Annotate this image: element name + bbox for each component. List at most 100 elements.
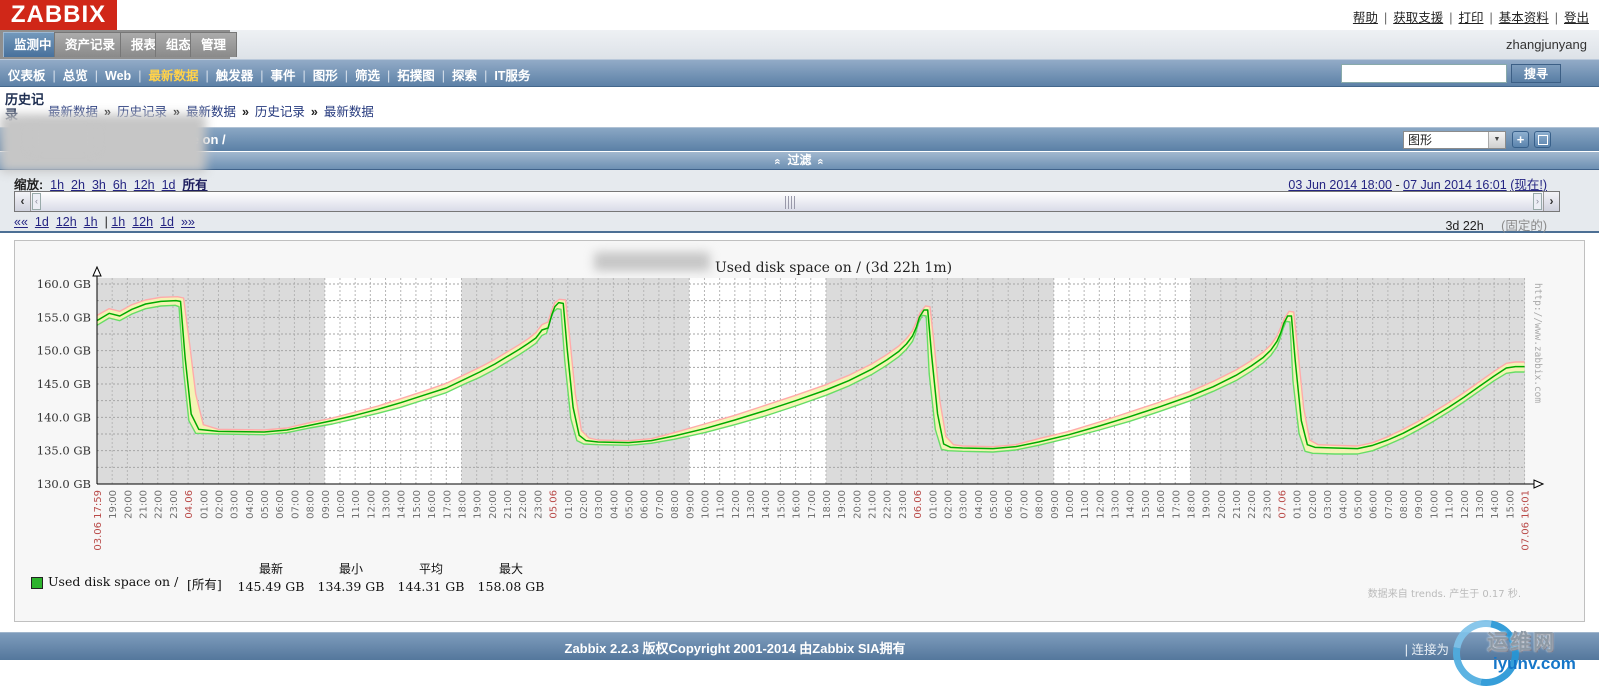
fullscreen-button[interactable]	[1534, 131, 1551, 148]
menu-web[interactable]: Web	[105, 69, 131, 83]
nav-back-fast[interactable]: ««	[14, 215, 28, 229]
svg-text:07:00: 07:00	[1384, 490, 1395, 519]
menu-overview[interactable]: 总览	[63, 69, 88, 83]
svg-text:08:00: 08:00	[306, 490, 317, 519]
separator: |	[1554, 11, 1558, 25]
profile-link[interactable]: 基本资料	[1499, 11, 1549, 25]
search-button[interactable]: 搜寻	[1511, 64, 1561, 83]
svg-text:10:00: 10:00	[1065, 490, 1076, 519]
svg-text:10:00: 10:00	[1429, 490, 1440, 519]
time-controls: 缩放: 1h 2h 3h 6h 12h 1d 所有 03 Jun 2014 18:00 - …	[0, 169, 1599, 233]
svg-text:19:00: 19:00	[837, 490, 848, 519]
filter-toggle[interactable]: » 过滤»	[0, 152, 1599, 169]
svg-text:13:00: 13:00	[746, 490, 757, 519]
menu-dashboard[interactable]: 仪表板	[8, 69, 46, 83]
svg-text:02:00: 02:00	[579, 490, 590, 519]
svg-text:08:00: 08:00	[670, 490, 681, 519]
separator: |	[205, 69, 209, 83]
zoom-6h[interactable]: 6h	[113, 178, 127, 192]
menu-triggers[interactable]: 触发器	[216, 69, 254, 83]
menu-discovery[interactable]: 探索	[452, 69, 477, 83]
svg-text:11:00: 11:00	[351, 490, 362, 519]
menu-maps[interactable]: 拓撲图	[397, 69, 435, 83]
svg-text:12:00: 12:00	[1095, 490, 1106, 519]
support-link[interactable]: 获取支援	[1393, 11, 1443, 25]
legend-swatch	[31, 577, 43, 589]
zoom-3h[interactable]: 3h	[92, 178, 106, 192]
menu-it-services[interactable]: IT服务	[494, 69, 530, 83]
nav-fwd-1d[interactable]: 1d	[160, 215, 174, 229]
svg-text:02:00: 02:00	[943, 490, 954, 519]
nav-back-12h[interactable]: 12h	[56, 215, 77, 229]
svg-text:16:00: 16:00	[427, 490, 438, 519]
scroll-resize-left-handle[interactable]: ‹	[32, 193, 41, 210]
svg-text:15:00: 15:00	[412, 490, 423, 519]
stat-value: 134.39 GB	[317, 579, 385, 594]
help-link[interactable]: 帮助	[1353, 11, 1378, 25]
nav-back-1d[interactable]: 1d	[35, 215, 49, 229]
svg-text:22:00: 22:00	[1247, 490, 1258, 519]
breadcrumb-link[interactable]: 最新数据	[324, 105, 374, 119]
zoom-all[interactable]: 所有	[183, 178, 208, 192]
menu-latest-data[interactable]: 最新数据	[148, 69, 198, 83]
svg-text:03.06 17:59: 03.06 17:59	[93, 490, 104, 551]
stat-label: 平均	[418, 562, 443, 576]
nav-fwd-1h[interactable]: 1h	[111, 215, 125, 229]
svg-text:20:00: 20:00	[488, 490, 499, 519]
svg-text:14:00: 14:00	[1490, 490, 1501, 519]
print-link[interactable]: 打印	[1458, 11, 1483, 25]
scroll-right-button[interactable]: ›	[1543, 192, 1559, 211]
graph-type-select[interactable]: 图形 ▼	[1403, 131, 1506, 149]
scroll-resize-right-handle[interactable]: ›	[1533, 193, 1542, 210]
range-start-link[interactable]: 03 Jun 2014 18:00	[1288, 178, 1392, 192]
search-input[interactable]	[1341, 64, 1507, 83]
breadcrumb-link[interactable]: 历史记录	[255, 105, 305, 119]
menu-graphs[interactable]: 图形	[313, 69, 338, 83]
svg-text:02:00: 02:00	[214, 490, 225, 519]
menu-screens[interactable]: 筛选	[355, 69, 380, 83]
svg-text:21:00: 21:00	[1232, 490, 1243, 519]
scroll-left-button[interactable]: ‹	[15, 192, 31, 211]
svg-text:08:00: 08:00	[1399, 490, 1410, 519]
range-now-link[interactable]: (现在!)	[1510, 178, 1547, 192]
zoom-12h[interactable]: 12h	[134, 178, 155, 192]
graph-panel: 160.0 GB 155.0 GB 150.0 GB 145.0 GB 140.0 GB…	[14, 240, 1585, 622]
scroll-drag-grip[interactable]	[785, 196, 797, 209]
svg-text:07.06 16:01: 07.06 16:01	[1521, 490, 1532, 551]
zoom-1h[interactable]: 1h	[50, 178, 64, 192]
svg-text:11:00: 11:00	[1445, 490, 1456, 519]
svg-text:18:00: 18:00	[457, 490, 468, 519]
separator: |	[441, 69, 446, 83]
zoom-2h[interactable]: 2h	[71, 178, 85, 192]
separator: |	[260, 69, 264, 83]
add-to-favourites-button[interactable]: +	[1512, 131, 1529, 148]
range-end-link[interactable]: 07 Jun 2014 16:01	[1403, 178, 1507, 192]
legend-item-name: Used disk space on /	[48, 574, 179, 589]
main-tabs-row: 监测中 资产记录 报表 组态 管理 zhangjunyang	[0, 30, 1599, 59]
nav-back-1h[interactable]: 1h	[84, 215, 98, 229]
svg-text:06.06: 06.06	[913, 490, 924, 519]
zoom-label: 缩放:	[14, 178, 44, 192]
nav-fwd-12h[interactable]: 12h	[132, 215, 153, 229]
graph-type-value: 图形	[1408, 133, 1433, 147]
logout-link[interactable]: 登出	[1564, 11, 1589, 25]
censored-hostname	[30, 126, 96, 150]
nav-fwd-fast[interactable]: »»	[181, 215, 195, 229]
zabbix-logo[interactable]: ZABBIX	[0, 0, 117, 30]
legend-scope: [所有]	[187, 577, 222, 592]
tab-inventory[interactable]: 资产记录	[54, 32, 127, 57]
svg-text:20:00: 20:00	[852, 490, 863, 519]
zoom-1d[interactable]: 1d	[162, 178, 176, 192]
svg-text:04.06: 04.06	[184, 490, 195, 519]
stat-min: 最小 134.39 GB	[309, 560, 393, 594]
svg-text:06:00: 06:00	[1369, 490, 1380, 519]
svg-text:14:00: 14:00	[761, 490, 772, 519]
time-scrollbar[interactable]: ‹ ‹ › ›	[14, 191, 1560, 212]
svg-text:12:00: 12:00	[731, 490, 742, 519]
menu-events[interactable]: 事件	[270, 69, 295, 83]
svg-text:03:00: 03:00	[959, 490, 970, 519]
svg-text:21:00: 21:00	[139, 490, 150, 519]
separator: |	[1449, 11, 1453, 25]
tab-administration[interactable]: 管理	[190, 32, 238, 57]
svg-text:140.0 GB: 140.0 GB	[37, 410, 91, 424]
